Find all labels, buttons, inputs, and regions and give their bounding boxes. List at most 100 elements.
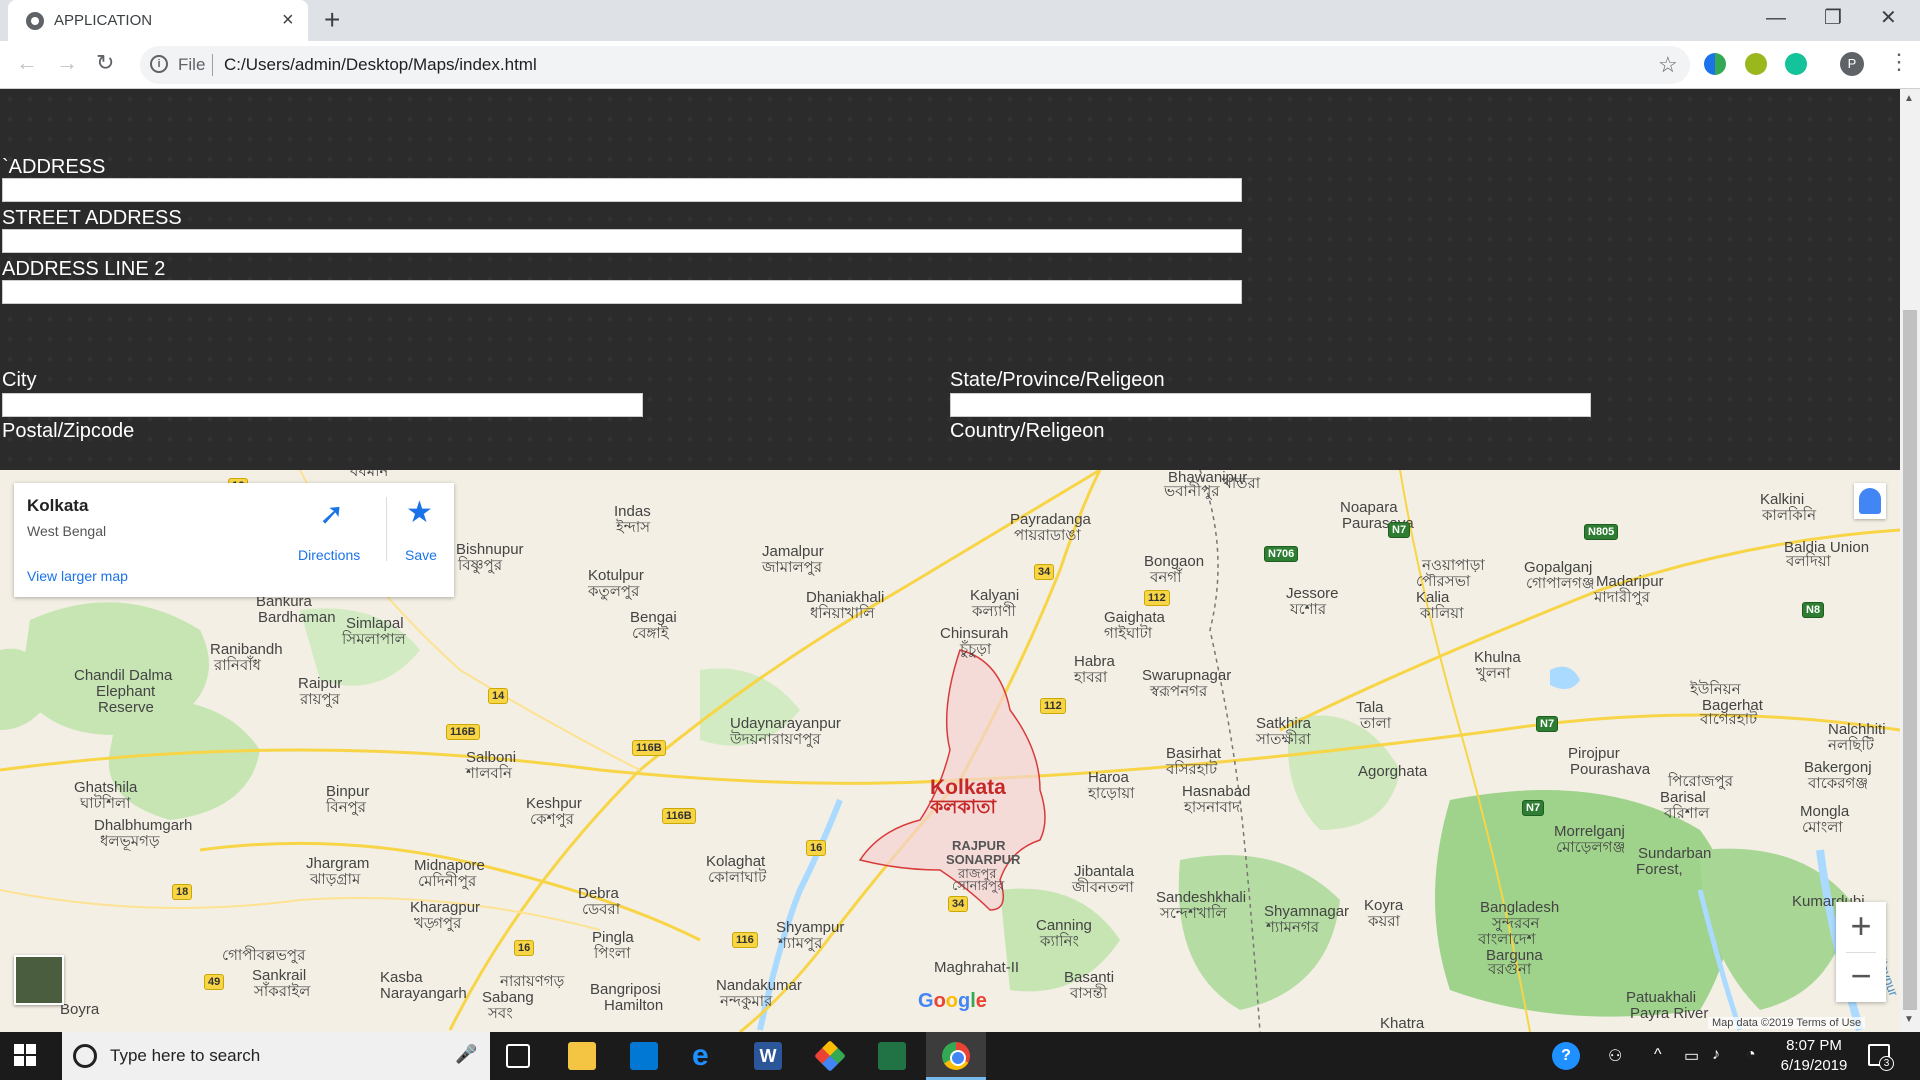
city-input[interactable]	[2, 393, 643, 417]
map-label: Jhargram	[306, 855, 370, 872]
minimize-button[interactable]: —	[1766, 6, 1786, 30]
road-shield: N706	[1264, 546, 1299, 562]
app-icon[interactable]	[814, 1040, 846, 1072]
zoom-out-button[interactable]: −	[1836, 954, 1886, 998]
back-button[interactable]: ←	[16, 50, 38, 76]
map-label: খাতরা	[1222, 475, 1261, 492]
map-label: তালা	[1360, 715, 1392, 732]
view-larger-map-link[interactable]: View larger map	[27, 568, 128, 584]
map-label: বাগেরহাট	[1700, 711, 1758, 728]
microsoft-store-icon[interactable]	[630, 1042, 658, 1070]
task-view-icon[interactable]	[506, 1044, 530, 1068]
map-label: বিষ্ণুপুর	[458, 557, 503, 574]
chevron-up-icon[interactable]: ^	[1654, 1046, 1662, 1064]
road-shield: 18	[172, 884, 193, 900]
map-label: Maghrahat-II	[934, 959, 1020, 976]
map-label: ক্যানিং	[1040, 933, 1079, 950]
map-label: জীবনতলা	[1072, 879, 1134, 896]
people-icon[interactable]: ⚇	[1608, 1046, 1622, 1066]
scroll-up-arrow-icon[interactable]: ▲	[1904, 93, 1914, 104]
edge-browser-icon[interactable]: e	[692, 1041, 720, 1071]
map-attribution[interactable]: Map data ©2019 Terms of Use	[1708, 1017, 1866, 1029]
file-explorer-icon[interactable]	[568, 1042, 596, 1070]
map-label: ঘাটশিলা	[80, 795, 131, 812]
map-label: Mongla	[1800, 803, 1850, 820]
address-bar[interactable]: i File C:/Users/admin/Desktop/Maps/index…	[140, 46, 1690, 84]
reload-button[interactable]: ↻	[96, 50, 114, 76]
system-clock[interactable]: 8:07 PM 6/19/2019	[1778, 1036, 1850, 1076]
map-label: পিরোজপুর	[1668, 773, 1733, 790]
map-label: Gaighata	[1104, 609, 1165, 626]
satellite-toggle[interactable]	[14, 955, 64, 1005]
notification-center-icon[interactable]: 3	[1868, 1044, 1894, 1071]
scrollbar-thumb[interactable]	[1903, 310, 1917, 1010]
map-label: Gopalganj	[1524, 559, 1593, 576]
url-text[interactable]: C:/Users/admin/Desktop/Maps/index.html	[224, 55, 537, 75]
place-info-card: Kolkata West Bengal ➚ Directions ★ Save …	[14, 483, 454, 597]
extension-icon[interactable]	[1704, 53, 1726, 75]
maximize-button[interactable]: ❐	[1824, 6, 1842, 30]
map-label: Hamilton	[604, 997, 664, 1014]
grammarly-icon[interactable]	[1785, 53, 1807, 75]
state-input[interactable]	[950, 393, 1591, 417]
help-icon[interactable]: ?	[1552, 1042, 1580, 1070]
directions-link[interactable]: Directions	[298, 547, 360, 563]
map-label: বাকেরগঞ্জ	[1808, 775, 1869, 792]
new-tab-button[interactable]: +	[324, 6, 340, 34]
map-label: Dhalbhumgarh	[94, 817, 193, 834]
address-line2-label: ADDRESS LINE 2	[2, 258, 166, 280]
zoom-in-button[interactable]: +	[1836, 906, 1886, 946]
taskbar-search-box[interactable]: Type here to search 🎤	[62, 1032, 490, 1080]
forward-button[interactable]: →	[56, 50, 78, 76]
map-label: Canning	[1036, 917, 1092, 934]
battery-icon[interactable]: ▭	[1684, 1046, 1699, 1066]
scroll-down-arrow-icon[interactable]: ▼	[1904, 1014, 1914, 1025]
map-label: বেঙ্গাই	[632, 625, 669, 642]
save-link[interactable]: Save	[405, 547, 437, 563]
wifi-icon[interactable]: ◔	[1746, 1046, 1756, 1064]
save-star-icon[interactable]: ★	[406, 495, 433, 530]
map-label: কালকিনি	[1762, 507, 1817, 524]
tab-title: APPLICATION	[54, 12, 153, 29]
street-view-pegman-icon[interactable]	[1854, 483, 1886, 519]
close-tab-icon[interactable]: ×	[282, 9, 294, 31]
map-label: Midnapore	[414, 857, 485, 874]
country-label: Country/Religeon	[950, 420, 1105, 442]
chrome-icon[interactable]	[942, 1042, 970, 1070]
map-label: Haroa	[1088, 769, 1129, 786]
windows-taskbar: Type here to search 🎤 e W ? ⚇ ^ ▭ ♪ ◔ 8:…	[0, 1032, 1920, 1080]
directions-icon[interactable]: ➚	[319, 497, 344, 532]
map-label: মোড়েলগঞ্জ	[1556, 839, 1626, 856]
address-input[interactable]	[2, 178, 1242, 202]
extension-icon[interactable]	[1745, 53, 1767, 75]
map-label: বলদিয়া	[1786, 553, 1831, 570]
browser-tab[interactable]: APPLICATION ×	[8, 0, 308, 41]
map-label: নলছিটি	[1828, 737, 1874, 754]
map-label: Sundarban	[1638, 845, 1712, 862]
divider	[1846, 952, 1876, 953]
address-line2-input[interactable]	[2, 280, 1242, 304]
windows-start-icon[interactable]	[14, 1044, 36, 1066]
word-icon[interactable]: W	[754, 1042, 782, 1070]
map-label: গোপালগঞ্জ	[1526, 575, 1595, 592]
map-label: Pingla	[592, 929, 634, 946]
spreadsheet-app-icon[interactable]	[878, 1042, 906, 1070]
map-label: মোংলা	[1802, 819, 1843, 836]
profile-avatar[interactable]: P	[1840, 52, 1864, 76]
map-label: বনগাঁ	[1150, 569, 1182, 586]
volume-icon[interactable]: ♪	[1712, 1046, 1720, 1064]
map-label: Kolkata	[930, 776, 1006, 799]
map-label: নন্দকুমার	[720, 993, 773, 1010]
menu-icon[interactable]: ⋮	[1888, 49, 1910, 75]
map-label: শালবনি	[466, 765, 512, 782]
map-label: বিনপুর	[326, 799, 367, 816]
info-icon[interactable]: i	[150, 55, 168, 73]
map-label: কেশপুর	[530, 811, 574, 828]
bookmark-star-icon[interactable]: ☆	[1658, 52, 1678, 78]
tab-strip: APPLICATION × + — ❐ ✕	[0, 0, 1920, 41]
street-address-input[interactable]	[2, 229, 1242, 253]
map-label: ভবানীপুর	[1164, 483, 1220, 500]
close-window-button[interactable]: ✕	[1880, 6, 1897, 30]
microphone-icon[interactable]: 🎤	[455, 1044, 477, 1065]
map-label: Udaynarayanpur	[730, 715, 841, 732]
